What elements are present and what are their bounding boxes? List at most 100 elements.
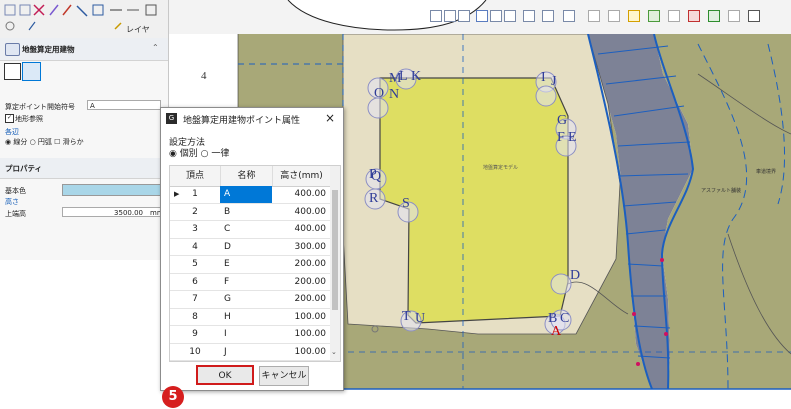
table-row[interactable]: 4 D 300.00 — [170, 239, 330, 256]
top-height-input[interactable]: 3500.00 — [62, 207, 162, 217]
view-icon[interactable] — [430, 10, 442, 22]
cancel-button[interactable]: キャンセル — [259, 366, 309, 386]
collapse-icon[interactable]: ⌃ — [152, 43, 159, 52]
name-cell[interactable]: G — [220, 291, 272, 309]
zoom-icon[interactable] — [563, 10, 575, 22]
point-label-l: L — [399, 69, 408, 84]
mirror-icon[interactable] — [728, 10, 740, 22]
edge-segment-label: 線分 — [13, 138, 28, 146]
uniform-label: 一律 — [211, 149, 230, 159]
layer-dropdown[interactable]: レイヤ — [126, 24, 150, 35]
height-cell[interactable]: 200.00 — [272, 274, 330, 291]
table-row[interactable]: 9 I 100.00 — [170, 326, 330, 344]
road-note: 車道境界 — [756, 169, 777, 175]
rect-shape-button[interactable] — [4, 63, 21, 80]
polyline-shape-button[interactable] — [22, 62, 41, 81]
ok-button[interactable]: OK — [196, 365, 254, 385]
point-label-q: Q — [371, 169, 382, 184]
panel-title: 地盤算定用建物 — [22, 45, 75, 54]
start-code-input[interactable]: A — [87, 100, 161, 110]
vertex-cell: 7 — [170, 291, 220, 309]
table-row[interactable]: 8 H 100.00 — [170, 309, 330, 326]
bulb-icon[interactable] — [628, 10, 640, 22]
point-label-c: C — [560, 311, 570, 326]
split-view-icon[interactable] — [444, 10, 456, 22]
building-note: 地盤算定モデル — [483, 165, 519, 171]
name-cell[interactable]: F — [220, 274, 272, 291]
uniform-radio[interactable]: ○ — [201, 149, 212, 159]
header-vertex: 頂点 — [185, 171, 204, 181]
height-cell[interactable]: 100.00 — [272, 326, 330, 344]
start-code-label: 算定ポイント開始符号 — [5, 103, 75, 111]
scroll-down-icon[interactable]: ⌄ — [331, 348, 337, 356]
base-color-swatch[interactable] — [62, 184, 164, 196]
step-badge: 5 — [162, 386, 184, 408]
height-cell[interactable]: 200.00 — [272, 256, 330, 274]
vertex-cell: 3 — [170, 221, 220, 239]
point-label-g: G — [557, 113, 568, 128]
point-label-d: D — [570, 268, 581, 283]
terrain-checkbox[interactable]: ✓ — [5, 114, 14, 123]
circle-icon[interactable] — [668, 10, 680, 22]
name-cell[interactable]: H — [220, 309, 272, 326]
height-section-label: 高さ — [5, 198, 19, 206]
individual-radio[interactable]: ◉ — [169, 149, 180, 159]
name-cell[interactable]: D — [220, 239, 272, 256]
name-cell[interactable]: E — [220, 256, 272, 274]
edge-arc-radio[interactable]: ○ — [30, 138, 38, 146]
table-row[interactable]: 6 F 200.00 — [170, 274, 330, 291]
point-label-k: K — [411, 69, 422, 84]
select-icon[interactable] — [476, 10, 488, 22]
snap-menu-icon[interactable] — [504, 10, 516, 22]
table-row[interactable]: 2 B 400.00 — [170, 204, 330, 221]
point-label-e: E — [568, 130, 577, 145]
name-cell[interactable]: J — [220, 344, 272, 361]
display-icon[interactable] — [542, 10, 554, 22]
edge-smooth-checkbox[interactable]: ☐ — [54, 138, 63, 146]
edge-arc-label: 円弧 — [37, 138, 52, 146]
dialog-title: 地盤算定用建物ポイント属性 — [183, 116, 301, 126]
undo-icon[interactable] — [588, 10, 600, 22]
number-label: 4 — [201, 70, 207, 82]
grid-icon[interactable] — [458, 10, 470, 22]
copy-move-icon[interactable] — [708, 10, 720, 22]
table-row[interactable]: 5 E 200.00 — [170, 256, 330, 274]
table-row[interactable]: 10 J 100.00 — [170, 344, 330, 361]
height-cell[interactable]: 400.00 — [272, 186, 330, 204]
table-scrollbar[interactable]: ⌄ — [330, 166, 340, 361]
filter-icon[interactable] — [523, 10, 535, 22]
table-row[interactable]: 1 A 400.00 ▶ — [170, 186, 330, 204]
name-cell[interactable]: A — [220, 186, 272, 204]
close-icon[interactable]: × — [325, 111, 335, 125]
height-cell[interactable]: 100.00 — [272, 309, 330, 326]
edge-section-label: 各辺 — [5, 128, 19, 136]
terrain-label: 地形参照 — [15, 115, 43, 123]
name-cell[interactable]: C — [220, 221, 272, 239]
building-icon — [5, 43, 20, 56]
height-cell[interactable]: 400.00 — [272, 204, 330, 221]
height-cell[interactable]: 300.00 — [272, 239, 330, 256]
point-label-r: R — [369, 191, 379, 206]
redo-icon[interactable] — [608, 10, 620, 22]
scrollbar-thumb[interactable] — [332, 190, 338, 310]
vertex-cell: 2 — [170, 204, 220, 221]
panel-header: 地盤算定用建物 ⌃ — [0, 38, 168, 61]
snap-icon[interactable] — [490, 10, 502, 22]
more-icon[interactable] — [748, 10, 760, 22]
current-row-marker-icon: ▶ — [174, 190, 180, 198]
paint-icon[interactable] — [648, 10, 660, 22]
point-label-t: T — [402, 309, 411, 324]
point-label-o: O — [374, 86, 385, 101]
name-cell[interactable]: B — [220, 204, 272, 221]
vertex-cell: 9 — [170, 326, 220, 344]
edge-smooth-label: 滑らか — [62, 138, 84, 146]
name-cell[interactable]: I — [220, 326, 272, 344]
point-label-u: U — [415, 311, 426, 326]
move-icon[interactable] — [688, 10, 700, 22]
table-row[interactable]: 7 G 200.00 — [170, 291, 330, 309]
height-cell[interactable]: 100.00 — [272, 344, 330, 361]
height-cell[interactable]: 400.00 — [272, 221, 330, 239]
properties-header: プロパティ — [0, 158, 168, 179]
height-cell[interactable]: 200.00 — [272, 291, 330, 309]
table-row[interactable]: 3 C 400.00 — [170, 221, 330, 239]
